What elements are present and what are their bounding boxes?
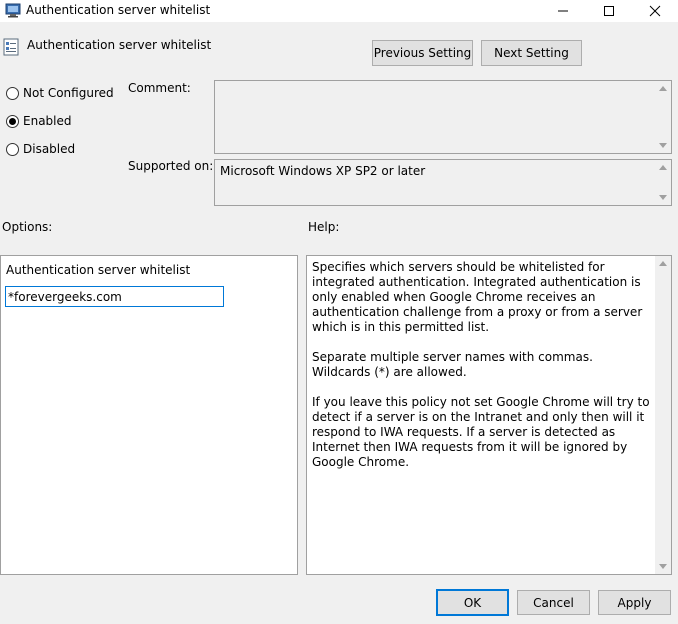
whitelist-field-label: Authentication server whitelist (6, 263, 191, 277)
close-button[interactable] (632, 0, 678, 22)
scroll-up-icon[interactable] (659, 165, 667, 170)
supported-on-label: Supported on: (128, 159, 214, 173)
radio-label: Not Configured (23, 86, 114, 100)
help-panel: Specifies which servers should be whitel… (306, 255, 672, 575)
scroll-down-icon[interactable] (659, 195, 667, 200)
cancel-button[interactable]: Cancel (517, 590, 590, 615)
supported-scrollbar[interactable] (655, 160, 671, 205)
radio-circle[interactable] (6, 86, 19, 100)
options-panel: Authentication server whitelist (0, 255, 298, 575)
minimize-button[interactable] (540, 0, 586, 22)
comment-textarea[interactable] (214, 80, 672, 154)
window-title: Authentication server whitelist (26, 3, 211, 17)
policy-editor-icon (5, 3, 21, 18)
radio-circle[interactable] (6, 114, 19, 128)
title-bar: Authentication server whitelist (0, 0, 678, 22)
radio-not-configured[interactable]: Not Configured (6, 85, 114, 101)
policy-setting-icon (3, 38, 19, 56)
help-scrollbar[interactable] (655, 256, 671, 574)
scroll-down-icon[interactable] (659, 564, 667, 569)
comment-scrollbar[interactable] (655, 81, 671, 153)
maximize-icon (604, 6, 614, 16)
setting-title: Authentication server whitelist (27, 38, 212, 52)
help-paragraph: Separate multiple server names with comm… (312, 350, 593, 379)
previous-setting-button[interactable]: Previous Setting (372, 40, 473, 66)
help-paragraph: If you leave this policy not set Google … (312, 395, 650, 469)
apply-button[interactable]: Apply (598, 590, 671, 615)
radio-circle[interactable] (6, 142, 19, 156)
radio-disabled[interactable]: Disabled (6, 141, 75, 157)
help-text: Specifies which servers should be whitel… (312, 260, 651, 485)
radio-label: Enabled (23, 114, 72, 128)
radio-enabled[interactable]: Enabled (6, 113, 72, 129)
whitelist-input[interactable] (5, 286, 224, 307)
scroll-up-icon[interactable] (659, 86, 667, 91)
help-paragraph: Specifies which servers should be whitel… (312, 260, 643, 334)
scroll-up-icon[interactable] (659, 261, 667, 266)
supported-on-box: Microsoft Windows XP SP2 or later (214, 159, 672, 206)
minimize-icon (558, 10, 568, 12)
close-icon (649, 5, 661, 17)
next-setting-button[interactable]: Next Setting (481, 40, 582, 66)
scroll-down-icon[interactable] (659, 143, 667, 148)
ok-button[interactable]: OK (436, 589, 509, 616)
options-heading: Options: (2, 220, 53, 234)
radio-label: Disabled (23, 142, 76, 156)
comment-label: Comment: (128, 81, 191, 95)
supported-on-value: Microsoft Windows XP SP2 or later (220, 164, 426, 178)
maximize-button[interactable] (586, 0, 632, 22)
help-heading: Help: (308, 220, 340, 234)
